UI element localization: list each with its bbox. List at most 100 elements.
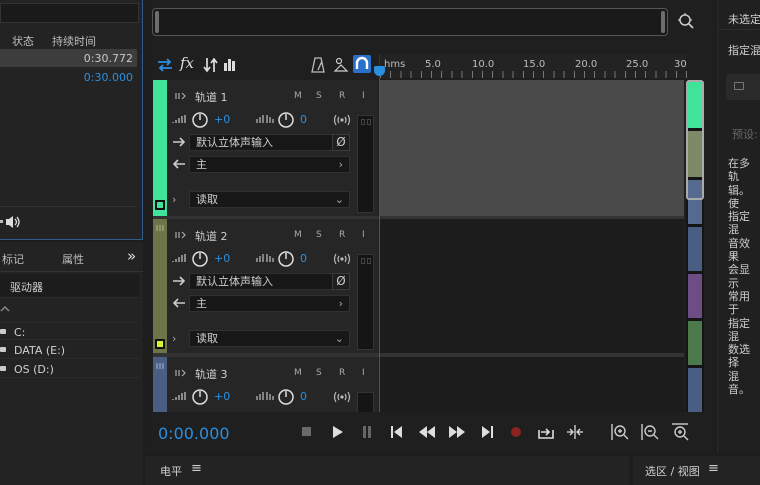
automation-expand-icon[interactable]: ›	[172, 193, 176, 206]
volume-knob[interactable]	[191, 111, 209, 129]
track-2-clip-area[interactable]	[379, 219, 684, 353]
timeline-ruler[interactable]: hms 5.0 10.0 15.0 20.0 25.0 30	[379, 54, 687, 78]
autoplay-speaker-icon[interactable]	[0, 214, 22, 230]
tab-properties[interactable]: 属性	[62, 251, 84, 267]
panel-menu-icon[interactable]: ≡	[191, 461, 202, 476]
pan-value[interactable]: 0	[300, 252, 307, 265]
mute-button[interactable]: M	[294, 230, 302, 240]
tab-overflow-icon[interactable]: »	[127, 247, 136, 265]
track-color-strip[interactable]	[153, 80, 167, 216]
pan-knob[interactable]	[277, 250, 295, 268]
broadcast-icon[interactable]	[333, 114, 351, 126]
volume-value[interactable]: +0	[214, 252, 230, 265]
broadcast-icon[interactable]	[333, 253, 351, 265]
fast-forward-button[interactable]	[449, 426, 465, 438]
navigator-viewport[interactable]	[686, 80, 704, 200]
zoom-navigator-icon[interactable]	[677, 12, 695, 30]
drive-list-item[interactable]: OS (D:)	[0, 360, 139, 378]
drive-list-item[interactable]: DATA (E:)	[0, 341, 139, 359]
record-button[interactable]	[511, 427, 521, 437]
automation-mode-select[interactable]: 读取 ⌄	[189, 191, 350, 208]
auto-scroll-icon[interactable]	[333, 57, 349, 73]
track-expand-icon[interactable]	[175, 91, 189, 101]
selection-view-panel-tab[interactable]: 选区 / 视图 ≡	[633, 456, 760, 485]
zoom-full-icon[interactable]	[671, 423, 689, 441]
track-1-clip-area[interactable]	[379, 80, 684, 216]
tab-markers[interactable]: 标记	[2, 251, 24, 267]
track-select-box[interactable]	[155, 339, 165, 349]
drive-list-item[interactable]: C:	[0, 322, 139, 340]
track-color-strip[interactable]	[153, 219, 167, 353]
pan-knob[interactable]	[277, 111, 295, 129]
files-search-field[interactable]	[0, 3, 139, 23]
effects-fx-icon[interactable]: fx	[180, 54, 194, 72]
automation-expand-icon[interactable]: ›	[172, 332, 176, 345]
pan-knob[interactable]	[277, 388, 295, 406]
file-row[interactable]: 0:30.772	[0, 49, 137, 67]
pause-button[interactable]	[362, 426, 372, 438]
ruler-tick-label: 15.0	[523, 59, 546, 70]
solo-button[interactable]: S	[316, 368, 322, 378]
track-input-select[interactable]: 默认立体声输入 ›	[189, 273, 350, 290]
volume-knob[interactable]	[191, 388, 209, 406]
meter-bars-icon[interactable]	[223, 57, 237, 71]
input-monitor-button[interactable]: I	[362, 368, 365, 378]
zoom-in-amplitude-icon[interactable]	[611, 423, 629, 441]
overview-left-handle[interactable]	[155, 11, 159, 33]
track-output-select[interactable]: 主 ›	[189, 156, 350, 173]
track-output-select[interactable]: 主 ›	[189, 295, 350, 312]
volume-knob[interactable]	[191, 250, 209, 268]
vertical-track-navigator[interactable]	[686, 80, 704, 412]
input-monitor-button[interactable]: I	[362, 91, 365, 101]
track-name[interactable]: 轨道 1	[195, 89, 228, 105]
track-3-clip-area[interactable]	[379, 357, 684, 412]
track-name[interactable]: 轨道 2	[195, 228, 228, 244]
volume-value[interactable]: +0	[214, 113, 230, 126]
track-expand-icon[interactable]	[175, 230, 189, 240]
go-to-end-button[interactable]	[481, 426, 493, 438]
record-arm-button[interactable]: R	[339, 368, 345, 378]
column-duration[interactable]: 持续时间	[52, 33, 96, 49]
track-expand-icon[interactable]	[175, 368, 189, 378]
go-to-start-button[interactable]	[391, 426, 403, 438]
pan-value[interactable]: 0	[300, 390, 307, 403]
automation-mode-select[interactable]: 读取 ⌄	[189, 330, 350, 347]
skip-selection-button[interactable]	[566, 424, 584, 440]
track-name[interactable]: 轨道 3	[195, 366, 228, 382]
file-row[interactable]: 0:30.000	[0, 68, 137, 86]
send-swap-icon[interactable]	[156, 56, 174, 74]
loop-playback-button[interactable]	[538, 424, 554, 440]
track-select-box[interactable]	[155, 200, 165, 210]
comment-field[interactable]	[726, 74, 760, 100]
play-button[interactable]	[332, 426, 343, 438]
phase-invert-button[interactable]: Ø	[332, 273, 350, 290]
solo-button[interactable]: S	[316, 230, 322, 240]
eq-routing-icon[interactable]	[203, 56, 219, 74]
track-color-strip[interactable]	[153, 357, 167, 412]
volume-bars-icon	[172, 253, 188, 263]
solo-button[interactable]: S	[316, 91, 322, 101]
broadcast-icon[interactable]	[333, 391, 351, 403]
snap-magnet-icon[interactable]	[353, 55, 371, 73]
track-input-select[interactable]: 默认立体声输入 ›	[189, 134, 350, 151]
column-status[interactable]: 状态	[12, 33, 34, 49]
mute-button[interactable]: M	[294, 368, 302, 378]
overview-right-handle[interactable]	[661, 11, 665, 33]
mute-button[interactable]: M	[294, 91, 302, 101]
volume-value[interactable]: +0	[214, 390, 230, 403]
phase-invert-button[interactable]: Ø	[332, 134, 350, 151]
record-arm-button[interactable]: R	[339, 91, 345, 101]
up-arrow-icon[interactable]	[0, 305, 10, 315]
zoom-out-amplitude-icon[interactable]	[641, 423, 659, 441]
levels-panel-tab[interactable]: 电平 ≡	[145, 456, 629, 485]
input-monitor-button[interactable]: I	[362, 230, 365, 240]
metronome-icon[interactable]	[311, 57, 325, 73]
rewind-button[interactable]	[419, 426, 435, 438]
session-overview-bar[interactable]	[152, 8, 668, 36]
time-display[interactable]: 0:00.000	[158, 424, 230, 443]
panel-menu-icon[interactable]: ≡	[708, 461, 719, 476]
pan-value[interactable]: 0	[300, 113, 307, 126]
track-2: 轨道 2 M S R I +0 0 默认立体声输入 › Ø 主 › › 读取 ⌄	[153, 219, 378, 353]
record-arm-button[interactable]: R	[339, 230, 345, 240]
stop-button[interactable]	[302, 427, 311, 436]
